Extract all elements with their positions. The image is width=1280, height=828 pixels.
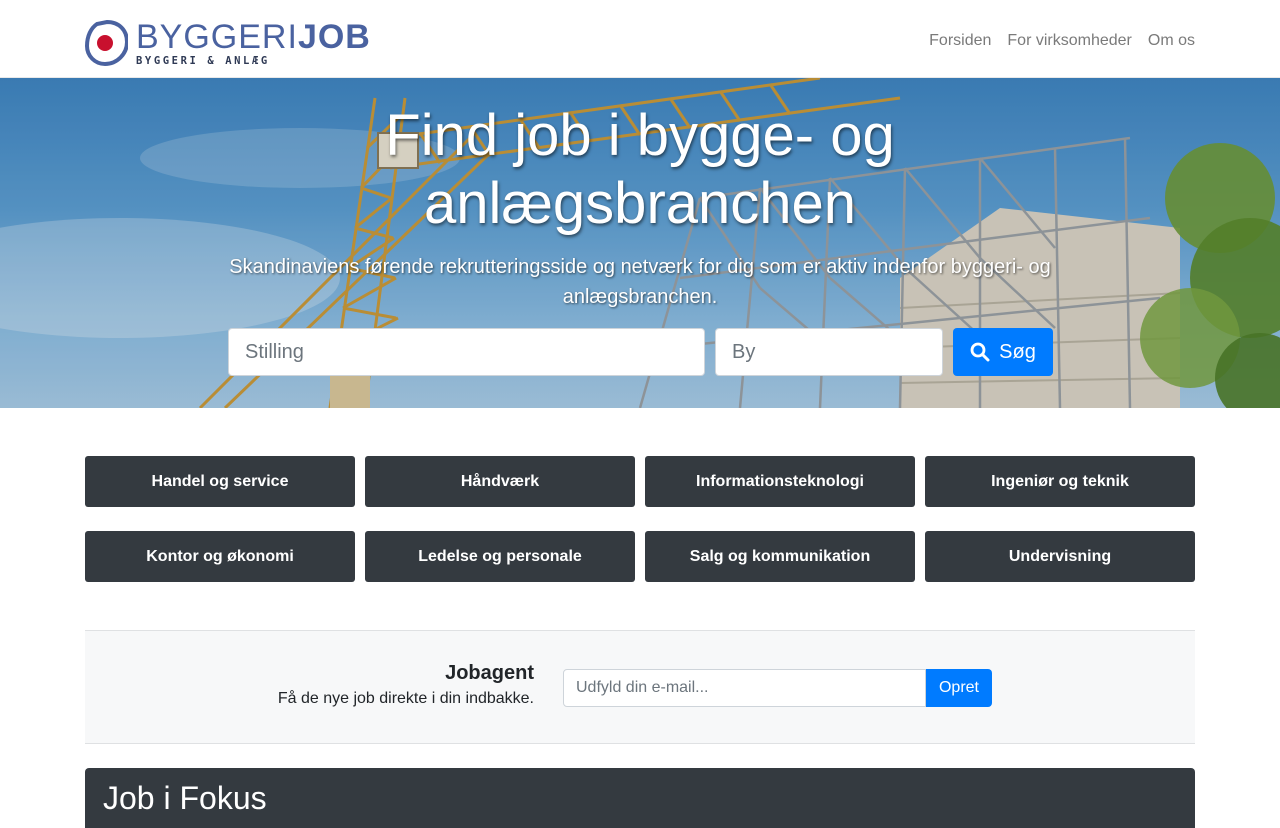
jobagent-form: Udfyld din e-mail... Opret <box>563 669 992 707</box>
featured-jobs-section: Job i Fokus <box>85 768 1195 828</box>
brand-name-bold: JOB <box>297 17 371 56</box>
brand-logo[interactable]: BYGGERIJOB BYGGERI & ANLÆG <box>84 19 371 67</box>
category-undervisning[interactable]: Undervisning <box>925 531 1195 582</box>
search-icon <box>970 342 990 362</box>
category-informationsteknologi[interactable]: Informationsteknologi <box>645 456 915 507</box>
category-kontor-og-oekonomi[interactable]: Kontor og økonomi <box>85 531 355 582</box>
category-grid: Handel og service Håndværk Informationst… <box>85 456 1195 582</box>
hero-subtitle: Skandinaviens førende rekrutteringsside … <box>229 256 1051 308</box>
category-ledelse-og-personale[interactable]: Ledelse og personale <box>365 531 635 582</box>
search-button[interactable]: Søg <box>953 328 1053 376</box>
jobagent-title: Jobagent <box>445 662 534 684</box>
jobagent-section: Jobagent Få de nye job direkte i din ind… <box>85 630 1195 744</box>
top-navbar: BYGGERIJOB BYGGERI & ANLÆG Forsiden For … <box>0 0 1280 78</box>
jobagent-email-input[interactable]: Udfyld din e-mail... <box>563 669 926 707</box>
job-title-search-input[interactable]: Stilling <box>228 328 705 376</box>
brand-name: BYGGERIJOB <box>136 20 371 54</box>
hero-banner: Find job i bygge- og anlægsbranchen Skan… <box>0 78 1280 408</box>
hero-title: Find job i bygge- og anlægsbranchen <box>385 103 895 236</box>
city-search-input[interactable]: By <box>715 328 943 376</box>
category-handel-og-service[interactable]: Handel og service <box>85 456 355 507</box>
brand-name-light: BYGGERI <box>136 17 298 56</box>
category-ingenioer-og-teknik[interactable]: Ingeniør og teknik <box>925 456 1195 507</box>
logo-mark-icon <box>84 19 130 67</box>
nav-link-forsiden[interactable]: Forsiden <box>929 32 991 50</box>
category-salg-og-kommunikation[interactable]: Salg og kommunikation <box>645 531 915 582</box>
main-nav: Forsiden For virksomheder Om os <box>913 32 1195 50</box>
category-haandvaerk[interactable]: Håndværk <box>365 456 635 507</box>
brand-tagline: BYGGERI & ANLÆG <box>136 54 270 67</box>
nav-link-for-virksomheder[interactable]: For virksomheder <box>1007 32 1131 50</box>
search-button-label: Søg <box>999 340 1036 363</box>
jobagent-description: Få de nye job direkte i din indbakke. <box>277 690 534 707</box>
job-search-form: Stilling By Søg <box>228 328 1053 376</box>
jobagent-create-button[interactable]: Opret <box>926 669 992 707</box>
nav-link-om-os[interactable]: Om os <box>1148 32 1195 50</box>
featured-jobs-title: Job i Fokus <box>103 780 267 816</box>
